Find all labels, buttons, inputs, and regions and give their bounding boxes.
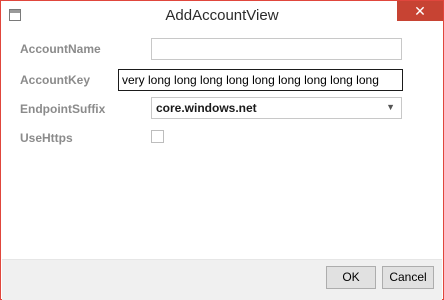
endpoint-suffix-dropdown[interactable]: core.windows.net ▼ [151,97,402,119]
close-icon: ✕ [414,2,426,19]
endpoint-suffix-value: core.windows.net [156,101,257,115]
ok-button[interactable]: OK [326,266,376,289]
form-area: AccountName AccountKey very long long lo… [8,32,436,259]
button-bar: OK Cancel [2,259,442,300]
use-https-label: UseHttps [20,131,73,145]
endpoint-suffix-label: EndpointSuffix [20,102,106,116]
account-name-label: AccountName [20,42,101,56]
window-title: AddAccountView [165,7,279,24]
account-key-input[interactable]: very long long long long long long long … [118,69,403,91]
title-bar[interactable]: AddAccountView ✕ [1,1,443,32]
cancel-button[interactable]: Cancel [382,266,434,289]
chevron-down-icon: ▼ [386,102,395,112]
use-https-checkbox[interactable] [151,130,164,143]
dialog-window: AddAccountView ✕ AccountName AccountKey … [0,0,444,300]
account-key-label: AccountKey [20,73,91,87]
close-button[interactable]: ✕ [397,1,443,21]
account-name-input[interactable] [151,38,402,60]
